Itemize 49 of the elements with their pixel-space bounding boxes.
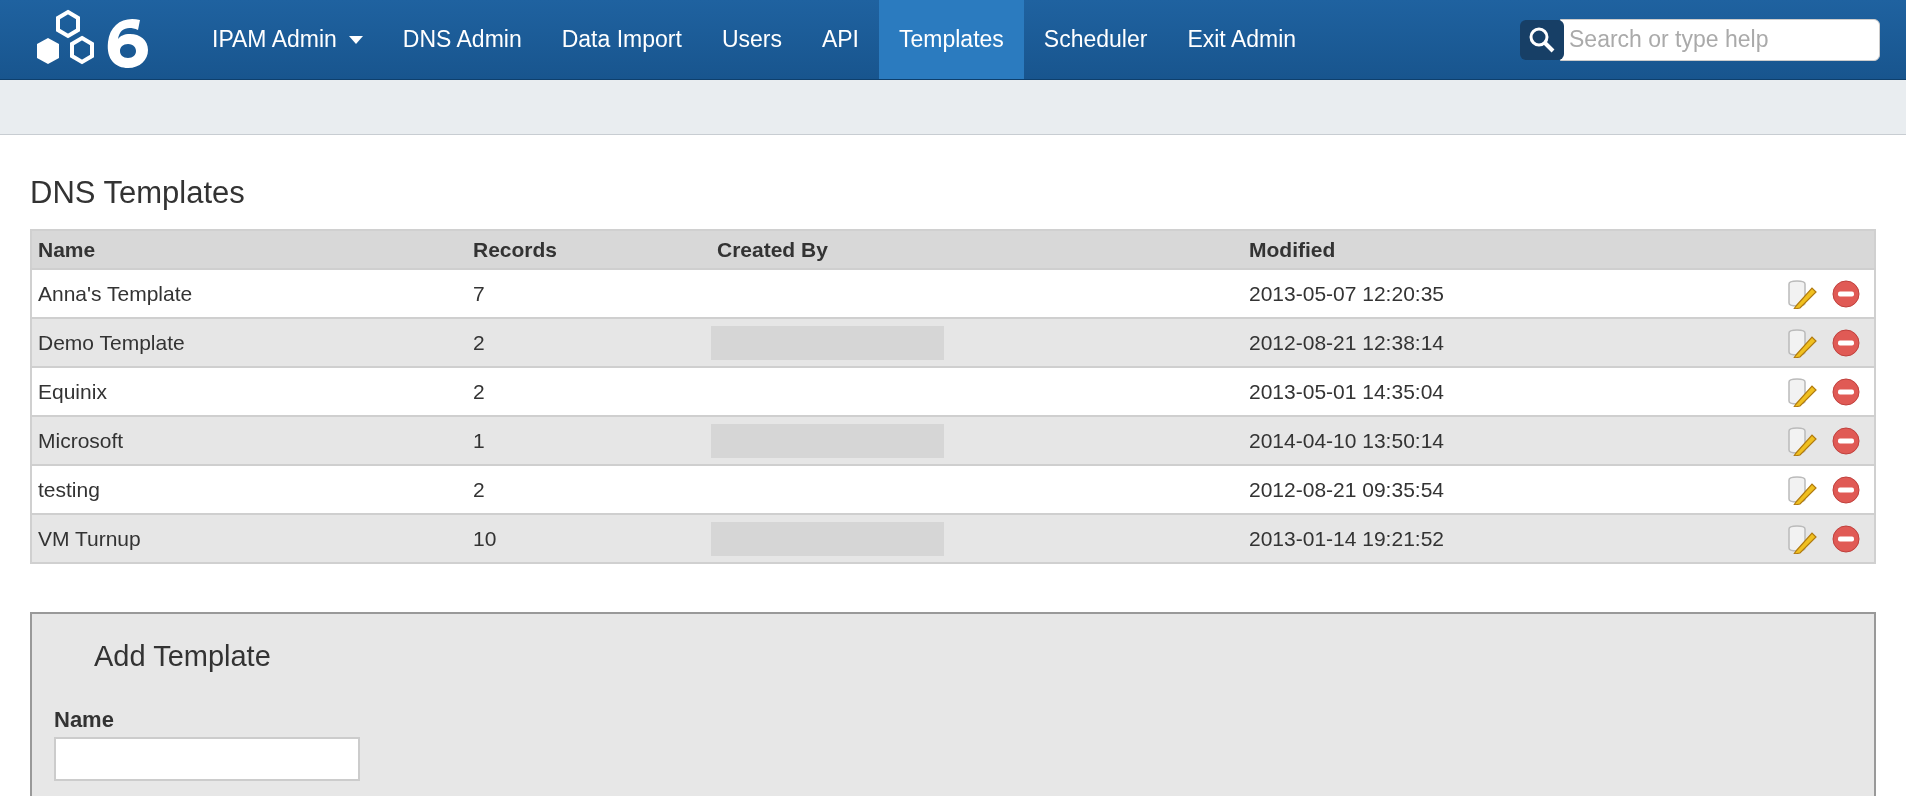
table-cell: 2	[467, 465, 711, 514]
nav-tab[interactable]: DNS Admin	[382, 0, 542, 79]
table-cell: 2013-05-07 12:20:35	[1243, 269, 1657, 318]
name-input-field[interactable]	[54, 737, 360, 781]
table-cell: Equinix	[31, 367, 467, 416]
table-cell: 2012-08-21 12:38:14	[1243, 318, 1657, 367]
edit-pencil-icon[interactable]	[1786, 523, 1818, 554]
column-header: Modified	[1243, 230, 1657, 269]
delete-icon[interactable]	[1832, 475, 1860, 504]
table-cell: 2014-04-10 13:50:14	[1243, 416, 1657, 465]
page-title: DNS Templates	[30, 175, 246, 211]
nav-tab[interactable]: API	[801, 0, 879, 79]
table-cell: 2013-05-01 14:35:04	[1243, 367, 1657, 416]
nav-tab[interactable]: Templates	[879, 0, 1024, 79]
edit-pencil-icon[interactable]	[1786, 327, 1818, 358]
delete-icon[interactable]	[1832, 426, 1860, 455]
table-cell: 2012-08-21 09:35:54	[1243, 465, 1657, 514]
table-cell: 2	[467, 318, 711, 367]
nav-tab[interactable]: IPAM Admin	[192, 0, 383, 79]
table-cell: 2	[467, 367, 711, 416]
nav-tab[interactable]: Data Import	[541, 0, 702, 79]
table-cell: 2013-01-14 19:21:52	[1243, 514, 1657, 563]
table-cell: 7	[467, 269, 711, 318]
table-cell: 1	[467, 416, 711, 465]
edit-pencil-icon[interactable]	[1786, 474, 1818, 505]
table-cell: VM Turnup	[31, 514, 467, 563]
nav-tab[interactable]: Scheduler	[1023, 0, 1168, 79]
column-header: Records	[467, 230, 711, 269]
table-cell: Microsoft	[31, 416, 467, 465]
delete-icon[interactable]	[1832, 524, 1860, 553]
panel-title: Add Template	[94, 640, 271, 673]
table-cell: testing	[31, 465, 467, 514]
table-cell: Demo Template	[31, 318, 467, 367]
edit-pencil-icon[interactable]	[1786, 278, 1818, 309]
search-field[interactable]: Search or type help	[1560, 18, 1880, 61]
edit-pencil-icon[interactable]	[1786, 425, 1818, 456]
table-cell: 10	[467, 514, 711, 563]
caret-icon	[348, 35, 363, 44]
edit-pencil-icon[interactable]	[1786, 376, 1818, 407]
field-label: Name	[54, 707, 114, 733]
nav-tab[interactable]: Users	[701, 0, 802, 79]
column-header: Name	[31, 230, 467, 269]
delete-icon[interactable]	[1832, 328, 1860, 357]
nav-tab[interactable]: Exit Admin	[1167, 0, 1317, 79]
search-icon[interactable]	[1520, 19, 1564, 60]
delete-icon[interactable]	[1832, 377, 1860, 406]
column-header: Created By	[711, 230, 1243, 269]
delete-icon[interactable]	[1832, 279, 1860, 308]
table-cell: Anna's Template	[31, 269, 467, 318]
